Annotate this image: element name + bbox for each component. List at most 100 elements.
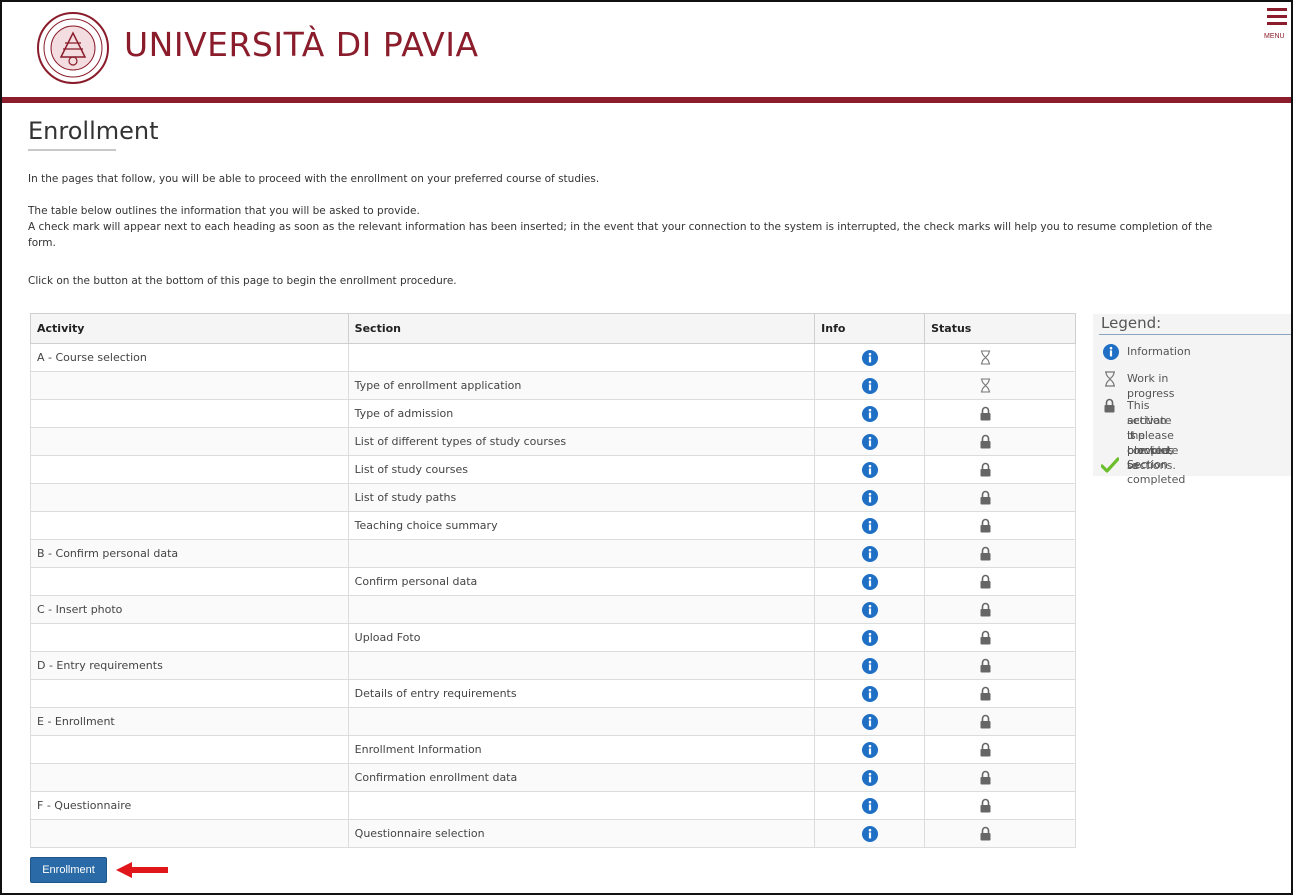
hourglass-icon xyxy=(980,350,991,365)
table-row: Details of entry requirements xyxy=(30,679,1076,708)
table-row: A - Course selection xyxy=(30,343,1076,372)
status-cell xyxy=(924,343,1076,372)
info-circle-icon[interactable] xyxy=(862,405,879,422)
table-intro-line-3: form. xyxy=(28,237,56,249)
activity-cell: B - Confirm personal data xyxy=(30,539,349,568)
status-cell xyxy=(924,651,1076,680)
info-circle-icon[interactable] xyxy=(862,769,879,786)
status-cell xyxy=(924,511,1076,540)
section-cell xyxy=(347,651,816,680)
info-circle-icon[interactable] xyxy=(862,517,879,534)
status-cell xyxy=(924,539,1076,568)
legend-panel: Legend: Information Work in progress Thi… xyxy=(1093,314,1291,486)
status-cell xyxy=(924,707,1076,736)
enrollment-steps-table: Activity Section Info Status A - Course … xyxy=(30,313,1076,848)
info-cell[interactable] xyxy=(814,595,926,624)
info-circle-icon[interactable] xyxy=(862,545,879,562)
table-row: List of study paths xyxy=(30,483,1076,512)
info-cell[interactable] xyxy=(814,707,926,736)
info-cell[interactable] xyxy=(814,791,926,820)
table-row: Type of enrollment application xyxy=(30,371,1076,400)
info-circle-icon[interactable] xyxy=(862,797,879,814)
column-header-status: Status xyxy=(924,313,1076,344)
page-title: Enrollment xyxy=(28,117,159,145)
column-header-section: Section xyxy=(347,313,816,344)
padlock-icon xyxy=(980,406,991,421)
padlock-icon xyxy=(980,826,991,841)
table-row: List of study courses xyxy=(30,455,1076,484)
info-cell[interactable] xyxy=(814,735,926,764)
padlock-icon xyxy=(980,798,991,813)
info-cell[interactable] xyxy=(814,539,926,568)
info-cell[interactable] xyxy=(814,399,926,428)
table-row: E - Enrollment xyxy=(30,707,1076,736)
padlock-icon xyxy=(980,770,991,785)
info-cell[interactable] xyxy=(814,427,926,456)
legend-title: Legend: xyxy=(1101,314,1162,332)
section-cell: Upload Foto xyxy=(347,623,816,652)
info-circle-icon[interactable] xyxy=(862,601,879,618)
info-circle-icon[interactable] xyxy=(862,741,879,758)
status-cell xyxy=(924,455,1076,484)
section-cell xyxy=(347,791,816,820)
activity-cell: D - Entry requirements xyxy=(30,651,349,680)
status-cell xyxy=(924,679,1076,708)
red-arrow-icon xyxy=(116,862,168,878)
info-circle-icon[interactable] xyxy=(862,433,879,450)
site-header: UNIVERSITÀ DI PAVIA MENU xyxy=(2,2,1291,97)
info-cell[interactable] xyxy=(814,819,926,848)
info-circle-icon[interactable] xyxy=(862,825,879,842)
info-circle-icon[interactable] xyxy=(862,461,879,478)
info-cell[interactable] xyxy=(814,343,926,372)
column-header-info: Info xyxy=(814,313,926,344)
padlock-icon xyxy=(980,462,991,477)
table-row: C - Insert photo xyxy=(30,595,1076,624)
info-circle-icon[interactable] xyxy=(862,489,879,506)
table-row: B - Confirm personal data xyxy=(30,539,1076,568)
hamburger-icon-bar xyxy=(1267,22,1287,25)
table-row: Confirmation enrollment data xyxy=(30,763,1076,792)
hourglass-icon xyxy=(980,378,991,393)
info-cell[interactable] xyxy=(814,763,926,792)
info-cell[interactable] xyxy=(814,651,926,680)
hamburger-icon-bar xyxy=(1267,15,1287,18)
status-cell xyxy=(924,567,1076,596)
info-circle-icon[interactable] xyxy=(862,573,879,590)
status-cell xyxy=(924,735,1076,764)
info-circle-icon[interactable] xyxy=(862,629,879,646)
intro-text: In the pages that follow, you will be ab… xyxy=(28,173,600,185)
university-seal-logo[interactable] xyxy=(36,11,110,85)
menu-button[interactable]: MENU xyxy=(1264,6,1291,46)
info-cell[interactable] xyxy=(814,511,926,540)
section-cell: Type of enrollment application xyxy=(347,371,816,400)
activity-cell xyxy=(30,399,349,428)
info-circle-icon[interactable] xyxy=(862,377,879,394)
activity-cell xyxy=(30,623,349,652)
info-cell[interactable] xyxy=(814,371,926,400)
padlock-icon xyxy=(980,434,991,449)
padlock-icon xyxy=(980,630,991,645)
status-cell xyxy=(924,791,1076,820)
info-cell[interactable] xyxy=(814,679,926,708)
info-circle-icon[interactable] xyxy=(862,685,879,702)
activity-cell xyxy=(30,679,349,708)
info-cell[interactable] xyxy=(814,623,926,652)
activity-cell xyxy=(30,371,349,400)
hourglass-icon xyxy=(1105,371,1115,387)
info-cell[interactable] xyxy=(814,455,926,484)
info-cell[interactable] xyxy=(814,567,926,596)
info-circle-icon xyxy=(1103,344,1119,360)
status-cell xyxy=(924,623,1076,652)
status-cell xyxy=(924,595,1076,624)
info-cell[interactable] xyxy=(814,483,926,512)
section-cell xyxy=(347,595,816,624)
info-circle-icon[interactable] xyxy=(862,657,879,674)
table-row: List of different types of study courses xyxy=(30,427,1076,456)
enrollment-button[interactable]: Enrollment xyxy=(30,857,107,883)
university-name[interactable]: UNIVERSITÀ DI PAVIA xyxy=(124,25,479,64)
table-row: D - Entry requirements xyxy=(30,651,1076,680)
info-circle-icon[interactable] xyxy=(862,349,879,366)
table-row: Enrollment Information xyxy=(30,735,1076,764)
info-circle-icon[interactable] xyxy=(862,713,879,730)
section-cell xyxy=(347,539,816,568)
